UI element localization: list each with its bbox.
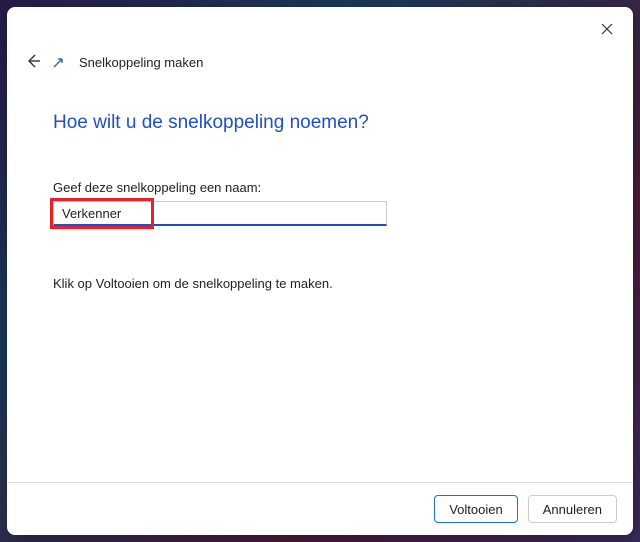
finish-instruction: Klik op Voltooien om de snelkoppeling te… xyxy=(53,276,587,291)
wizard-footer: Voltooien Annuleren xyxy=(7,482,633,535)
shortcut-icon xyxy=(51,56,65,70)
close-button[interactable] xyxy=(591,13,623,45)
name-field-label: Geef deze snelkoppeling een naam: xyxy=(53,180,587,195)
page-title: Snelkoppeling maken xyxy=(79,55,203,70)
finish-button[interactable]: Voltooien xyxy=(434,495,518,523)
wizard-heading: Hoe wilt u de snelkoppeling noemen? xyxy=(53,112,587,134)
cancel-button[interactable]: Annuleren xyxy=(528,495,617,523)
create-shortcut-wizard: Snelkoppeling maken Hoe wilt u de snelko… xyxy=(7,7,633,535)
wizard-header: Snelkoppeling maken xyxy=(7,7,633,72)
shortcut-name-input[interactable] xyxy=(53,201,387,226)
name-input-wrap xyxy=(53,201,387,226)
back-arrow-icon[interactable] xyxy=(25,53,41,72)
wizard-content: Hoe wilt u de snelkoppeling noemen? Geef… xyxy=(7,72,633,482)
